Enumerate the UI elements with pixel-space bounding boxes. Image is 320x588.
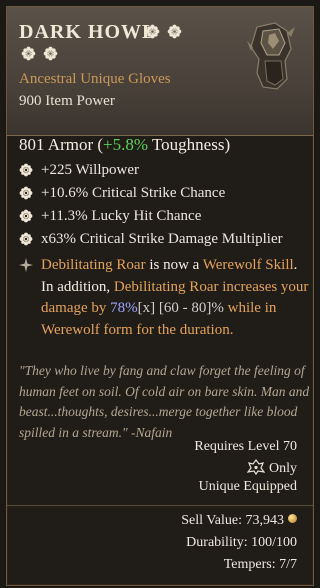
affix-row: +11.3% Lucky Hit Chance [19, 207, 309, 230]
item-tooltip: DARK HOWL Ancestral Unique Gloves 900 It… [6, 6, 314, 586]
affix-text: +225 Willpower [41, 162, 139, 178]
armor-value: 801 Armor ( [19, 135, 104, 154]
flower-icon [19, 232, 33, 246]
roll-range: [x] [60 - 80]% [137, 300, 224, 316]
affix-text: +10.6% Critical Strike Chance [41, 185, 226, 201]
tempers: Tempers: 7/7 [223, 557, 297, 572]
affix-row: +10.6% Critical Strike Chance [19, 184, 309, 207]
item-name: DARK HOWL [19, 21, 157, 43]
affix-row: +225 Willpower [19, 161, 309, 184]
skill-tag: Werewolf Skill [202, 257, 294, 273]
affix-text: x63% Critical Strike Damage Multiplier [41, 231, 283, 247]
lore-text: "They who live by fang and claw forget t… [19, 363, 310, 440]
druid-class-icon [246, 459, 266, 476]
flower-icon [19, 209, 33, 223]
flower-icon [145, 24, 160, 39]
sell-value-text: Sell Value: 73,943 [181, 513, 284, 528]
toughness-percent: +5.8% [103, 135, 149, 154]
sell-value: Sell Value: 73,943 [77, 513, 297, 529]
unique-equipped: Unique Equipped [198, 479, 297, 494]
star-icon [19, 258, 33, 272]
affix-list: +225 Willpower +10.6% Critical Strike Ch… [19, 161, 309, 253]
item-power: 900 Item Power [19, 93, 115, 109]
affix-text: +11.3% Lucky Hit Chance [41, 208, 202, 224]
flower-icon [43, 46, 58, 61]
skill-name: Debilitating Roar [113, 278, 219, 295]
unique-text: is now a [149, 257, 203, 273]
skill-name: Debilitating Roar [41, 257, 150, 273]
class-restriction: Only [246, 459, 297, 477]
level-requirement: Requires Level 70 [194, 439, 297, 454]
flower-icon [167, 24, 182, 39]
affix-row: x63% Critical Strike Damage Multiplier [19, 230, 309, 253]
tooltip-header: DARK HOWL Ancestral Unique Gloves 900 It… [7, 7, 313, 136]
durability: Durability: 100/100 [186, 535, 297, 550]
gold-coin-icon [288, 514, 297, 523]
toughness-label: Toughness) [148, 135, 231, 154]
flower-icon [19, 186, 33, 200]
unique-power: Debilitating Roar is now a Werewolf Skil… [19, 255, 309, 341]
armor-stat: 801 Armor (+5.8% Toughness) [19, 135, 230, 155]
class-only-label: Only [269, 461, 297, 476]
item-type: Ancestral Unique Gloves [19, 71, 171, 87]
divider [7, 505, 313, 506]
flower-icon [21, 46, 36, 61]
gloves-item-image [241, 21, 301, 91]
rolled-value: 78% [110, 300, 138, 316]
flower-icon [19, 163, 33, 177]
